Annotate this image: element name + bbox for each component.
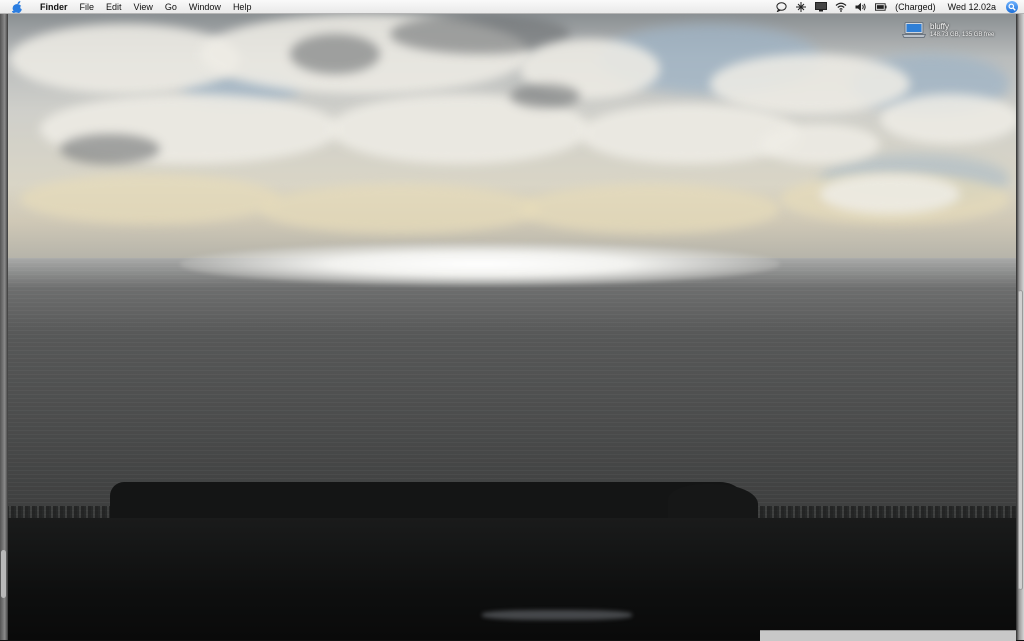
- menu-edit[interactable]: Edit: [100, 0, 128, 14]
- volume-icon[interactable]: [855, 1, 867, 12]
- wallpaper-sky: [0, 14, 1024, 258]
- laptop-drive-icon[interactable]: [901, 22, 927, 38]
- right-scrollbar[interactable]: [1018, 290, 1023, 590]
- display-icon[interactable]: [815, 1, 828, 12]
- left-window-edge: [0, 14, 8, 640]
- menu-bar: Finder File Edit View Go Window Help (Ch…: [0, 0, 1024, 14]
- apple-icon[interactable]: [12, 0, 26, 13]
- battery-status[interactable]: (Charged): [891, 0, 940, 14]
- sun-glint: [180, 242, 780, 286]
- network-icon[interactable]: [795, 1, 807, 12]
- desktop[interactable]: [0, 14, 1024, 640]
- desktop-drive[interactable]: bluffy 148.73 GB, 135 GB free: [901, 22, 995, 39]
- drive-name: bluffy: [930, 22, 949, 31]
- menu-clock[interactable]: Wed 12.02a: [940, 0, 1002, 14]
- spotlight-icon[interactable]: [1006, 0, 1018, 13]
- left-scrollbar[interactable]: [1, 550, 6, 598]
- drive-info: 148.73 GB, 135 GB free: [930, 32, 995, 38]
- wallpaper-foreground: [0, 518, 1024, 640]
- menu-help[interactable]: Help: [227, 0, 258, 14]
- menu-view[interactable]: View: [128, 0, 159, 14]
- menu-finder[interactable]: Finder: [34, 0, 74, 14]
- menu-go[interactable]: Go: [159, 0, 183, 14]
- wifi-icon[interactable]: [835, 1, 847, 12]
- menu-file[interactable]: File: [74, 0, 101, 14]
- speech-bubble-icon[interactable]: [775, 1, 787, 12]
- background-window-edge[interactable]: [760, 630, 1016, 641]
- battery-icon[interactable]: [875, 1, 887, 12]
- menu-window[interactable]: Window: [183, 0, 227, 14]
